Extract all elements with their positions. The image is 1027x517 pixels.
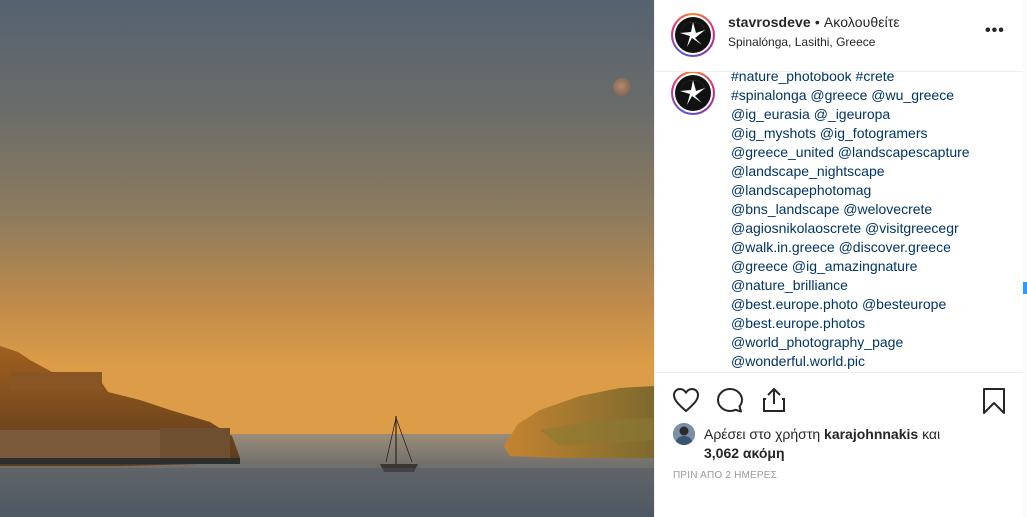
likes-middle: και <box>918 426 941 442</box>
heart-icon[interactable] <box>672 387 700 413</box>
likes-count[interactable]: 3,062 <box>704 445 739 461</box>
caption-line[interactable]: #spinalonga @greece @wu_greece <box>731 86 1011 105</box>
caption-line[interactable]: @walk.in.greece @discover.greece <box>731 238 1011 257</box>
more-options-icon[interactable]: ••• <box>985 22 1005 40</box>
moon <box>613 78 631 96</box>
bookmark-icon[interactable] <box>982 387 1006 415</box>
user-avatar-icon <box>673 423 695 445</box>
scrollbar-marker <box>1023 282 1027 294</box>
separator-dot: • <box>814 14 820 30</box>
caption-line[interactable]: @best.europe.photos <box>731 314 1011 333</box>
likes-prefix: Αρέσει στο χρήστη <box>704 426 825 442</box>
post-caption: #nature_photobook #crete #spinalonga @gr… <box>731 72 1011 371</box>
caption-line[interactable]: @bns_landscape @welovecrete <box>731 200 1011 219</box>
share-icon[interactable] <box>761 387 787 413</box>
comments-section[interactable]: #nature_photobook #crete #spinalonga @gr… <box>655 72 1024 372</box>
follow-status-button[interactable]: Ακολουθείτε <box>824 14 900 30</box>
caption-line[interactable]: #nature_photobook #crete <box>731 72 1011 86</box>
post-header: stavrosdeve • Ακολουθείτε Spinalónga, Lasi… <box>655 0 1024 72</box>
aperture-logo-icon <box>675 75 711 111</box>
caption-line[interactable]: @world_photography_page <box>731 333 1011 352</box>
landscape-image <box>0 0 654 517</box>
post-actions: Αρέσει στο χρήστη karajohnnakis και 3,06… <box>655 372 1024 517</box>
caption-line[interactable]: @agiosnikolaoscrete @visitgreecegr <box>731 219 1011 238</box>
caption-line[interactable]: @ig_eurasia @_igeuropa <box>731 105 1011 124</box>
caption-line[interactable]: @best.europe.photo @besteurope <box>731 295 1011 314</box>
author-username[interactable]: stavrosdeve <box>728 14 811 30</box>
caption-line[interactable]: @wonderful.world.pic <box>731 352 1011 371</box>
aperture-logo-icon <box>675 17 711 53</box>
post-location[interactable]: Spinalónga, Lasithi, Greece <box>728 35 875 49</box>
liker-avatar[interactable] <box>673 423 695 445</box>
caption-line[interactable]: @ig_myshots @ig_fotogramers <box>731 124 1011 143</box>
author-avatar[interactable] <box>671 13 715 57</box>
post-side-panel: stavrosdeve • Ακολουθείτε Spinalónga, Lasi… <box>654 0 1024 517</box>
comment-icon[interactable] <box>716 387 744 413</box>
author-line: stavrosdeve • Ακολουθείτε <box>728 14 900 30</box>
caption-author-avatar[interactable] <box>671 72 715 115</box>
caption-line[interactable]: @greece @ig_amazingnature <box>731 257 1011 276</box>
caption-line[interactable]: @nature_brilliance <box>731 276 1011 295</box>
caption-line[interactable]: @landscape_nightscape <box>731 162 1011 181</box>
caption-line[interactable]: @greece_united @landscapescapture <box>731 143 1011 162</box>
caption-line[interactable]: @landscapephotomag <box>731 181 1011 200</box>
post-photo[interactable] <box>0 0 654 517</box>
likes-suffix[interactable]: ακόμη <box>739 445 785 461</box>
liker-username[interactable]: karajohnnakis <box>824 426 918 442</box>
likes-text: Αρέσει στο χρήστη karajohnnakis και 3,06… <box>704 425 1004 463</box>
scrollbar-track[interactable] <box>1023 0 1027 517</box>
post-timestamp[interactable]: ΠΡΙΝ ΑΠΟ 2 ΗΜΕΡΕΣ <box>673 470 777 481</box>
